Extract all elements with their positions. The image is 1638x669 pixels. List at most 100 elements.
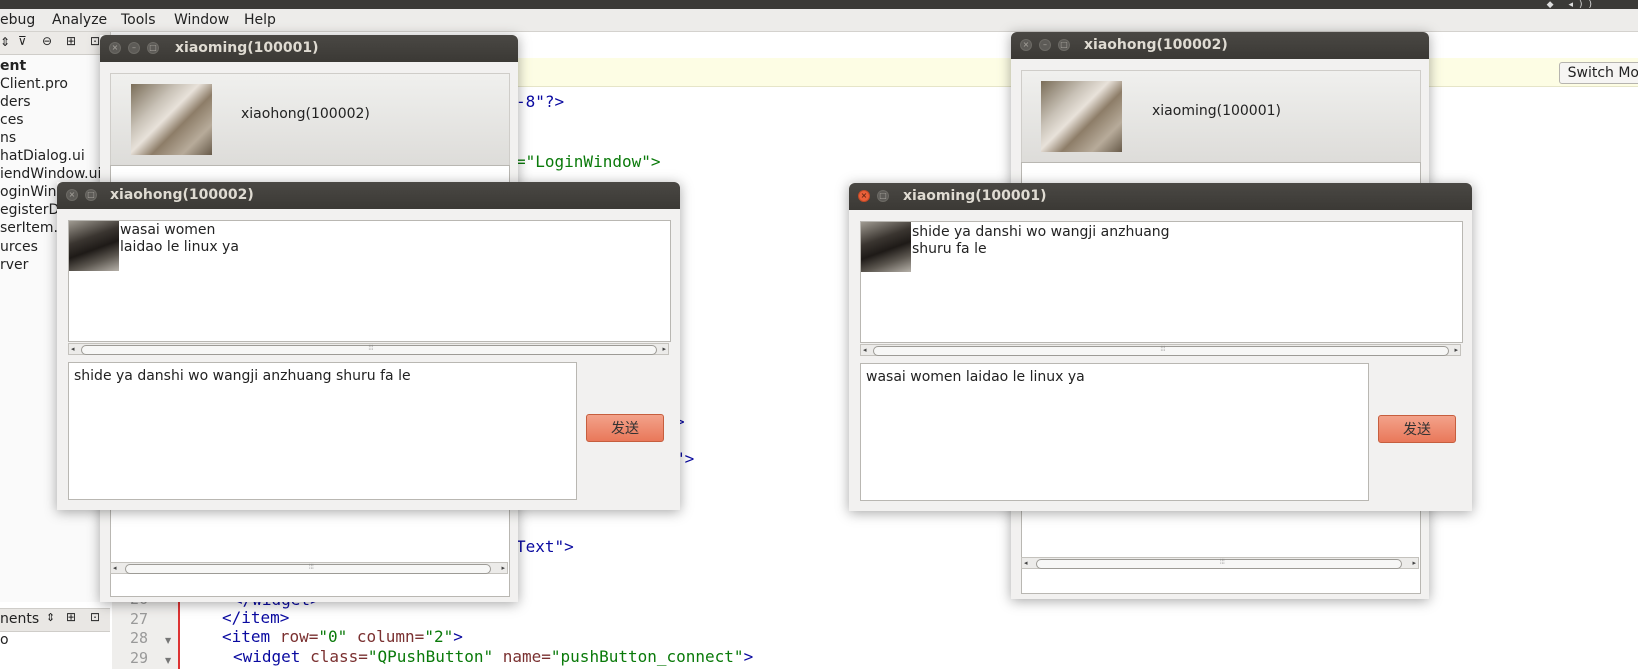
scroll-right-icon[interactable]: ▸ bbox=[662, 344, 666, 354]
code-tag: <item bbox=[222, 627, 271, 646]
contact-header: xiaohong(100002) bbox=[110, 73, 510, 167]
scroll-right-icon[interactable]: ▸ bbox=[1454, 345, 1458, 355]
contact-name: xiaohong(100002) bbox=[241, 106, 370, 122]
send-button[interactable]: 发送 bbox=[586, 414, 664, 442]
split-icon[interactable]: ⊞ bbox=[66, 610, 76, 624]
message-history: wasai women laidao le linux ya bbox=[68, 220, 671, 342]
scroll-left-icon[interactable]: ◂ bbox=[71, 344, 75, 354]
tree-item-forms[interactable]: ns bbox=[0, 130, 16, 146]
scrollbar-thumb[interactable] bbox=[1036, 559, 1402, 569]
switch-mode-button[interactable]: Switch Mo bbox=[1558, 62, 1638, 84]
link-icon[interactable]: ⊖ bbox=[42, 34, 52, 48]
code-fragment-text: Text"> bbox=[516, 537, 574, 556]
window-title: xiaohong(100002) bbox=[110, 187, 254, 203]
fold-arrow-icon[interactable]: ▼ bbox=[165, 656, 171, 665]
tree-item-sources[interactable]: ces bbox=[0, 112, 24, 128]
tree-item-resources[interactable]: urces bbox=[0, 239, 38, 255]
tree-item-registerdialog[interactable]: egisterDi bbox=[0, 202, 63, 218]
message-history: shide ya danshi wo wangji anzhuang shuru… bbox=[860, 221, 1463, 343]
tree-item-chatdialog[interactable]: hatDialog.ui bbox=[0, 148, 85, 164]
minimize-icon[interactable]: – bbox=[128, 42, 140, 54]
contact-name: xiaoming(100001) bbox=[1152, 103, 1281, 119]
chat-window-xiaoming: × □ xiaoming(100001) shide ya danshi wo … bbox=[849, 183, 1472, 511]
line-number: 27 bbox=[130, 610, 149, 628]
code-fragment-name: ="LoginWindow"> bbox=[516, 152, 661, 171]
send-button[interactable]: 发送 bbox=[1378, 415, 1456, 443]
close-icon[interactable]: × bbox=[66, 189, 78, 201]
window-titlebar: × □ xiaohong(100002) bbox=[57, 182, 680, 209]
open-documents-label[interactable]: nents bbox=[0, 611, 39, 627]
contact-header: xiaoming(100001) bbox=[1021, 70, 1421, 164]
message-input[interactable]: shide ya danshi wo wangji anzhuang shuru… bbox=[68, 362, 577, 500]
scroll-grip-icon: ⦙⦙⦙ bbox=[368, 344, 374, 352]
system-top-bar: ◆ ◂)) bbox=[0, 0, 1638, 10]
window-title: xiaoming(100001) bbox=[175, 40, 319, 56]
sort-icon[interactable]: ⇕ bbox=[0, 35, 10, 49]
close-icon[interactable]: × bbox=[858, 190, 870, 202]
message-line: wasai women bbox=[120, 222, 216, 238]
close-icon[interactable]: × bbox=[109, 42, 121, 54]
tree-item-headers[interactable]: ders bbox=[0, 94, 31, 110]
menu-window[interactable]: Window bbox=[174, 12, 229, 28]
split-icon[interactable]: ⊞ bbox=[66, 34, 76, 48]
horizontal-scrollbar[interactable]: ◂ ⦙⦙⦙ ▸ bbox=[68, 343, 669, 355]
code-tag-end: > bbox=[453, 627, 463, 646]
scroll-left-icon[interactable]: ◂ bbox=[113, 563, 117, 573]
tree-item-project[interactable]: ent bbox=[0, 58, 26, 74]
sender-avatar bbox=[69, 221, 119, 271]
horizontal-scrollbar[interactable]: ◂ ⦙⦙⦙ ▸ bbox=[860, 344, 1461, 356]
scrollbar-thumb[interactable] bbox=[125, 564, 491, 574]
fold-arrow-icon[interactable]: ▼ bbox=[165, 636, 171, 645]
minimize-icon[interactable]: – bbox=[1039, 39, 1051, 51]
sort-icon[interactable]: ⇕ bbox=[46, 611, 55, 624]
code-value: "0" bbox=[318, 627, 348, 646]
window-title: xiaoming(100001) bbox=[903, 188, 1047, 204]
window-title: xiaohong(100002) bbox=[1084, 37, 1228, 53]
scroll-right-icon[interactable]: ▸ bbox=[1412, 558, 1416, 568]
code-tag-end: > bbox=[743, 647, 754, 666]
code-attr: row= bbox=[270, 627, 319, 646]
maximize-icon[interactable]: □ bbox=[877, 190, 889, 202]
tree-item-friendwindow[interactable]: iendWindow.ui bbox=[0, 166, 101, 182]
line-number: 28 bbox=[130, 629, 149, 647]
maximize-icon[interactable]: □ bbox=[147, 42, 159, 54]
code-value: "QPushButton" bbox=[367, 647, 494, 666]
code-attr: class= bbox=[300, 647, 368, 666]
open-documents-bar: nents ⇕ ⊞ ⊡ bbox=[0, 608, 110, 632]
tree-item-server[interactable]: rver bbox=[0, 257, 28, 273]
maximize-icon[interactable]: □ bbox=[85, 189, 97, 201]
code-value: "pushButton_connect" bbox=[550, 647, 744, 666]
scroll-grip-icon: ⦙⦙⦙ bbox=[309, 563, 314, 571]
scroll-left-icon[interactable]: ◂ bbox=[863, 345, 867, 355]
message-line: shide ya danshi wo wangji anzhuang bbox=[912, 224, 1170, 240]
close-pane-icon[interactable]: ⊡ bbox=[90, 34, 100, 48]
line-number: 29 bbox=[130, 649, 149, 667]
menu-bar: ebug Analyze Tools Window Help bbox=[0, 9, 1638, 32]
horizontal-scrollbar[interactable]: ◂ ⦙⦙⦙ ▸ bbox=[110, 562, 508, 574]
menu-tools[interactable]: Tools bbox=[121, 12, 156, 28]
menu-debug[interactable]: ebug bbox=[0, 12, 35, 28]
code-fragment-encoding: -8"?> bbox=[516, 92, 565, 111]
scroll-left-icon[interactable]: ◂ bbox=[1024, 558, 1028, 568]
code-value: "2" bbox=[424, 627, 454, 646]
code-line-29: <widget class="QPushButton" name="pushBu… bbox=[233, 647, 753, 666]
code-attr: name= bbox=[493, 647, 551, 666]
scroll-grip-icon: ⦙⦙⦙ bbox=[1220, 558, 1225, 566]
code-tag: <widget bbox=[233, 647, 301, 666]
sidebar-toolbar: ⇕ ⊽ ⊖ ⊞ ⊡ bbox=[0, 32, 110, 55]
horizontal-scrollbar[interactable]: ◂ ⦙⦙⦙ ▸ bbox=[1021, 557, 1419, 569]
close-icon[interactable]: × bbox=[1020, 39, 1032, 51]
message-input-text: shide ya danshi wo wangji anzhuang shuru… bbox=[74, 368, 411, 384]
maximize-icon[interactable]: □ bbox=[1058, 39, 1070, 51]
filter-icon[interactable]: ⊽ bbox=[18, 34, 27, 48]
open-document-item[interactable]: o bbox=[0, 632, 9, 648]
menu-help[interactable]: Help bbox=[244, 12, 276, 28]
window-titlebar: × – □ xiaoming(100001) bbox=[100, 35, 518, 62]
menu-analyze[interactable]: Analyze bbox=[52, 12, 107, 28]
message-input[interactable]: wasai women laidao le linux ya bbox=[860, 363, 1369, 501]
scroll-right-icon[interactable]: ▸ bbox=[501, 563, 505, 573]
code-attr: column= bbox=[347, 627, 425, 646]
close-pane-icon[interactable]: ⊡ bbox=[90, 610, 100, 624]
tree-item-pro-file[interactable]: Client.pro bbox=[0, 76, 68, 92]
window-titlebar: × – □ xiaohong(100002) bbox=[1011, 32, 1429, 59]
